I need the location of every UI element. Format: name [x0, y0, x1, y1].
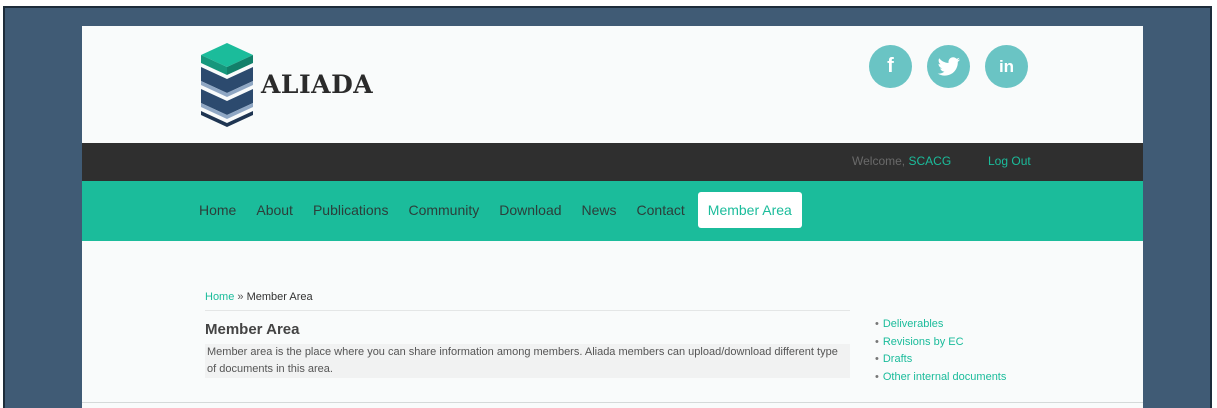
breadcrumb-separator: »: [237, 291, 244, 303]
facebook-glyph: f: [887, 55, 894, 77]
sidebar-item-revisions[interactable]: Revisions by EC: [875, 334, 1006, 352]
logo-icon: [201, 43, 253, 127]
facebook-icon[interactable]: f: [869, 45, 912, 88]
nav-publications[interactable]: Publications: [303, 192, 399, 228]
breadcrumb: Home » Member Area: [205, 291, 850, 311]
breadcrumb-current: Member Area: [246, 291, 313, 303]
nav-about[interactable]: About: [246, 192, 303, 228]
username-link[interactable]: SCACG: [908, 154, 951, 168]
nav-home[interactable]: Home: [189, 192, 246, 228]
breadcrumb-home[interactable]: Home: [205, 291, 234, 303]
main-content: Home » Member Area Member Area Member ar…: [205, 291, 850, 378]
sidebar-links: Deliverables Revisions by EC Drafts Othe…: [875, 316, 1007, 387]
nav-member-area[interactable]: Member Area: [697, 192, 802, 228]
user-bar: Welcome, SCACG Log Out: [82, 143, 1143, 181]
nav-contact[interactable]: Contact: [627, 192, 695, 228]
page-title: Member Area: [205, 321, 300, 338]
nav-community[interactable]: Community: [398, 192, 489, 228]
twitter-icon[interactable]: [927, 45, 970, 88]
nav-news[interactable]: News: [572, 192, 627, 228]
logout-link[interactable]: Log Out: [988, 154, 1031, 168]
welcome-label: Welcome,: [852, 154, 906, 168]
divider: [82, 402, 1143, 403]
site-logo[interactable]: ALIADA: [199, 41, 373, 127]
brand-name: ALIADA: [261, 69, 374, 99]
page-description: Member area is the place where you can s…: [205, 344, 850, 378]
nav-download[interactable]: Download: [489, 192, 571, 228]
welcome-message: Welcome, SCACG: [852, 154, 951, 168]
sidebar-item-other-documents[interactable]: Other internal documents: [875, 369, 1007, 387]
twitter-bird: [937, 56, 960, 76]
page: ALIADA f in Welcome, SCACG Log Out Home …: [82, 26, 1143, 408]
linkedin-glyph: in: [998, 56, 1015, 76]
linkedin-icon[interactable]: in: [985, 45, 1028, 88]
sidebar-item-deliverables[interactable]: Deliverables: [875, 316, 1006, 334]
social-links: f in: [869, 45, 1028, 88]
sidebar-item-drafts[interactable]: Drafts: [875, 351, 1006, 369]
main-navigation: Home About Publications Community Downlo…: [82, 181, 1143, 241]
